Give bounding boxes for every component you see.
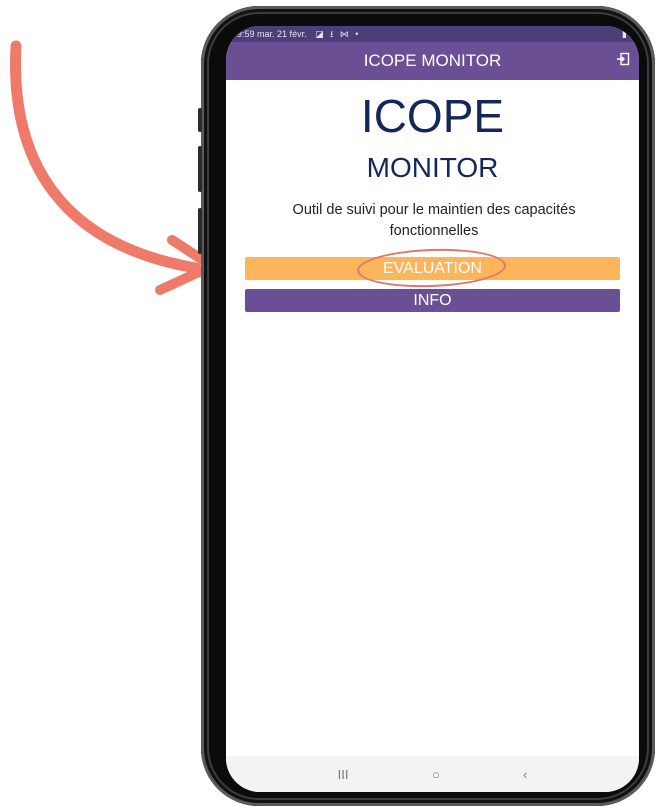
app-bar-title: ICOPE MONITOR — [363, 51, 502, 70]
app-bar: ICOPE MONITOR — [226, 42, 639, 80]
phone-side-button — [198, 208, 202, 254]
phone-side-button — [198, 108, 202, 132]
phone-screen: 09:59 mar. 21 févr. ◪ ⭳ ⋈ • ▮ ICOPE MONI… — [226, 26, 639, 792]
page-subtitle-monitor: MONITOR — [366, 152, 499, 183]
status-time: 09:59 — [232, 29, 255, 39]
status-icons: ◪ ⭳ ⋈ • — [315, 29, 361, 39]
status-date: mar. 21 févr. — [257, 29, 307, 39]
app-description: Outil de suivi pour le maintien des capa… — [292, 202, 576, 239]
back-button[interactable]: ‹ — [523, 767, 527, 782]
home-button[interactable]: ○ — [432, 767, 440, 782]
battery-icon: ▮ — [622, 29, 627, 39]
navigation-bar: III ○ ‹ — [226, 756, 639, 792]
recent-apps-button[interactable]: III — [338, 767, 349, 782]
page-title: ICOPE — [360, 90, 505, 142]
annotation-highlight-circle — [356, 246, 507, 290]
phone-side-button — [198, 146, 202, 192]
exit-icon[interactable] — [615, 52, 631, 68]
info-button[interactable]: INFO — [245, 289, 620, 312]
status-bar: 09:59 mar. 21 févr. ◪ ⭳ ⋈ • ▮ — [226, 26, 639, 42]
